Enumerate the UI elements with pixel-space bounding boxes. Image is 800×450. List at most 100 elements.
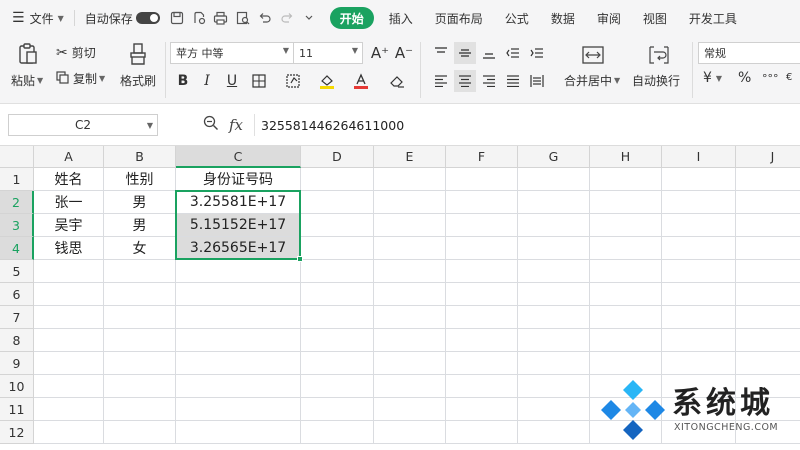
column-header-h[interactable]: H	[590, 146, 662, 168]
select-all-corner[interactable]	[0, 146, 34, 168]
cell-e6[interactable]	[374, 283, 446, 306]
cell-h8[interactable]	[590, 329, 662, 352]
font-name-dropdown[interactable]: 苹方 中等 ▼	[170, 42, 294, 64]
row-header-1[interactable]: 1	[0, 168, 34, 191]
underline-button[interactable]: U	[221, 70, 243, 92]
cell-e3[interactable]	[374, 214, 446, 237]
percent-button[interactable]: %	[738, 70, 751, 86]
paste-button[interactable]: 粘贴 ▼	[11, 72, 43, 89]
cell-a8[interactable]	[34, 329, 104, 352]
format-painter-icon[interactable]	[125, 41, 151, 67]
undo-icon[interactable]	[254, 11, 276, 25]
tab-view[interactable]: 视图	[632, 0, 678, 36]
row-header-9[interactable]: 9	[0, 352, 34, 375]
cell-f3[interactable]	[446, 214, 518, 237]
decrease-indent-button[interactable]	[502, 42, 524, 64]
cell-f10[interactable]	[446, 375, 518, 398]
cell-b3[interactable]: 男	[104, 214, 176, 237]
row-header-7[interactable]: 7	[0, 306, 34, 329]
bold-button[interactable]: B	[172, 70, 194, 92]
cell-d4[interactable]	[301, 237, 374, 260]
cell-a3[interactable]: 吴宇	[34, 214, 104, 237]
fill-handle[interactable]	[297, 256, 303, 262]
cell-b11[interactable]	[104, 398, 176, 421]
cell-e7[interactable]	[374, 306, 446, 329]
cell-f7[interactable]	[446, 306, 518, 329]
cell-j3[interactable]	[736, 214, 800, 237]
cell-d7[interactable]	[301, 306, 374, 329]
row-header-2[interactable]: 2	[0, 191, 34, 214]
cell-i4[interactable]	[662, 237, 736, 260]
cell-e10[interactable]	[374, 375, 446, 398]
formula-input[interactable]: 325581446264611000	[254, 114, 800, 136]
tab-page-layout[interactable]: 页面布局	[424, 0, 494, 36]
cell-c7[interactable]	[176, 306, 301, 329]
cell-d6[interactable]	[301, 283, 374, 306]
row-header-12[interactable]: 12	[0, 421, 34, 444]
cell-f2[interactable]	[446, 191, 518, 214]
cell-h7[interactable]	[590, 306, 662, 329]
align-bottom-button[interactable]	[478, 42, 500, 64]
increase-font-size-button[interactable]: A⁺	[369, 42, 391, 64]
cell-d12[interactable]	[301, 421, 374, 444]
row-header-4[interactable]: 4	[0, 237, 34, 260]
cell-g7[interactable]	[518, 306, 590, 329]
align-top-button[interactable]	[430, 42, 452, 64]
cell-c6[interactable]	[176, 283, 301, 306]
cell-f9[interactable]	[446, 352, 518, 375]
cell-a4[interactable]: 钱思	[34, 237, 104, 260]
cell-h1[interactable]	[590, 168, 662, 191]
cell-i2[interactable]	[662, 191, 736, 214]
justify-button[interactable]	[502, 70, 524, 92]
row-header-6[interactable]: 6	[0, 283, 34, 306]
cell-d8[interactable]	[301, 329, 374, 352]
cell-e1[interactable]	[374, 168, 446, 191]
cell-j2[interactable]	[736, 191, 800, 214]
cell-h3[interactable]	[590, 214, 662, 237]
tab-developer[interactable]: 开发工具	[678, 0, 748, 36]
row-header-8[interactable]: 8	[0, 329, 34, 352]
column-header-c[interactable]: C	[176, 146, 301, 168]
cell-b5[interactable]	[104, 260, 176, 283]
align-left-button[interactable]	[430, 70, 452, 92]
cell-c1[interactable]: 身份证号码	[176, 168, 301, 191]
number-format-dropdown[interactable]: 常规	[698, 42, 800, 64]
cell-j6[interactable]	[736, 283, 800, 306]
cell-c11[interactable]	[176, 398, 301, 421]
cell-e9[interactable]	[374, 352, 446, 375]
cell-a9[interactable]	[34, 352, 104, 375]
cell-f8[interactable]	[446, 329, 518, 352]
export-pdf-icon[interactable]	[188, 11, 210, 25]
cell-i7[interactable]	[662, 306, 736, 329]
thousands-separator-button[interactable]: °°°	[762, 72, 779, 85]
cell-d3[interactable]	[301, 214, 374, 237]
save-icon[interactable]	[166, 11, 188, 25]
font-color-button[interactable]	[350, 70, 372, 92]
cell-b12[interactable]	[104, 421, 176, 444]
paste-icon[interactable]	[15, 41, 41, 67]
cell-c3[interactable]: 5.15152E+17	[176, 214, 301, 237]
cell-e4[interactable]	[374, 237, 446, 260]
cell-a6[interactable]	[34, 283, 104, 306]
cell-c9[interactable]	[176, 352, 301, 375]
cell-c2[interactable]: 3.25581E+17	[176, 191, 301, 214]
merge-center-button[interactable]: 合并居中 ▼	[564, 72, 620, 89]
clear-button[interactable]	[386, 70, 408, 92]
cell-g2[interactable]	[518, 191, 590, 214]
cell-j7[interactable]	[736, 306, 800, 329]
cell-g9[interactable]	[518, 352, 590, 375]
decrease-font-size-button[interactable]: A⁻	[393, 42, 415, 64]
tab-review[interactable]: 审阅	[586, 0, 632, 36]
fill-color-button[interactable]	[316, 70, 338, 92]
distributed-align-button[interactable]	[526, 70, 548, 92]
cell-h2[interactable]	[590, 191, 662, 214]
cell-f11[interactable]	[446, 398, 518, 421]
cell-g8[interactable]	[518, 329, 590, 352]
cell-h9[interactable]	[590, 352, 662, 375]
cell-g4[interactable]	[518, 237, 590, 260]
file-menu[interactable]: ☰ 文件 ▼	[0, 0, 70, 36]
cell-h4[interactable]	[590, 237, 662, 260]
cell-d10[interactable]	[301, 375, 374, 398]
cell-j4[interactable]	[736, 237, 800, 260]
customize-toolbar-icon[interactable]	[298, 13, 320, 23]
